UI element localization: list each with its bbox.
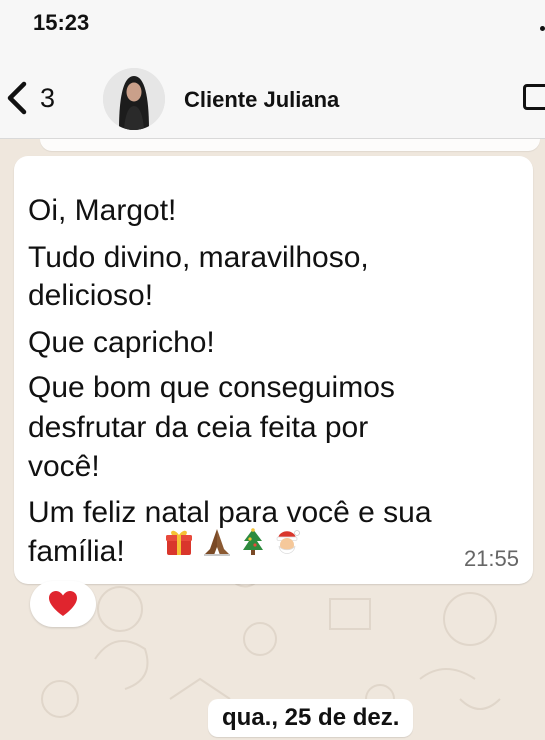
message-line: Tudo divino, maravilhoso,: [28, 241, 369, 274]
santa-emoji-icon: [276, 530, 300, 554]
contact-name[interactable]: Cliente Juliana: [184, 87, 339, 113]
gift-emoji-icon: [166, 530, 192, 555]
status-bar: 15:23: [0, 0, 545, 60]
chevron-left-icon: [7, 81, 27, 115]
message-line: Oi, Margot!: [28, 194, 177, 227]
chat-area: Oi, Margot! Tudo divino, maravilhoso, de…: [0, 139, 545, 740]
contact-photo: [103, 68, 165, 130]
unread-count: 3: [40, 82, 56, 113]
message-line: desfrutar da ceia feita por: [28, 411, 369, 444]
message-bubble[interactable]: Oi, Margot! Tudo divino, maravilhoso, de…: [14, 156, 533, 584]
heart-emoji-icon: [49, 591, 77, 616]
message-line: Que bom que conseguimos: [28, 371, 395, 404]
message-time: 21:55: [463, 546, 519, 571]
emoji-row: [164, 527, 308, 557]
folded-hands-emoji-icon: [204, 529, 230, 556]
christmas-tree-emoji-icon: [243, 528, 263, 555]
message-line: Que capricho!: [28, 326, 215, 359]
message-line: família!: [28, 535, 125, 568]
status-indicator-icon: [540, 26, 545, 31]
message-line: você!: [28, 450, 100, 483]
message-line: delicioso!: [28, 279, 154, 312]
reaction-badge[interactable]: [30, 581, 96, 627]
chat-header: 3 Cliente Juliana: [0, 60, 545, 139]
previous-message-edge: [40, 139, 540, 151]
status-time: 15:23: [33, 10, 90, 35]
avatar[interactable]: [103, 68, 165, 130]
date-separator: qua., 25 de dez.: [208, 699, 414, 737]
video-call-icon[interactable]: [523, 84, 545, 110]
back-button[interactable]: 3: [6, 78, 81, 118]
